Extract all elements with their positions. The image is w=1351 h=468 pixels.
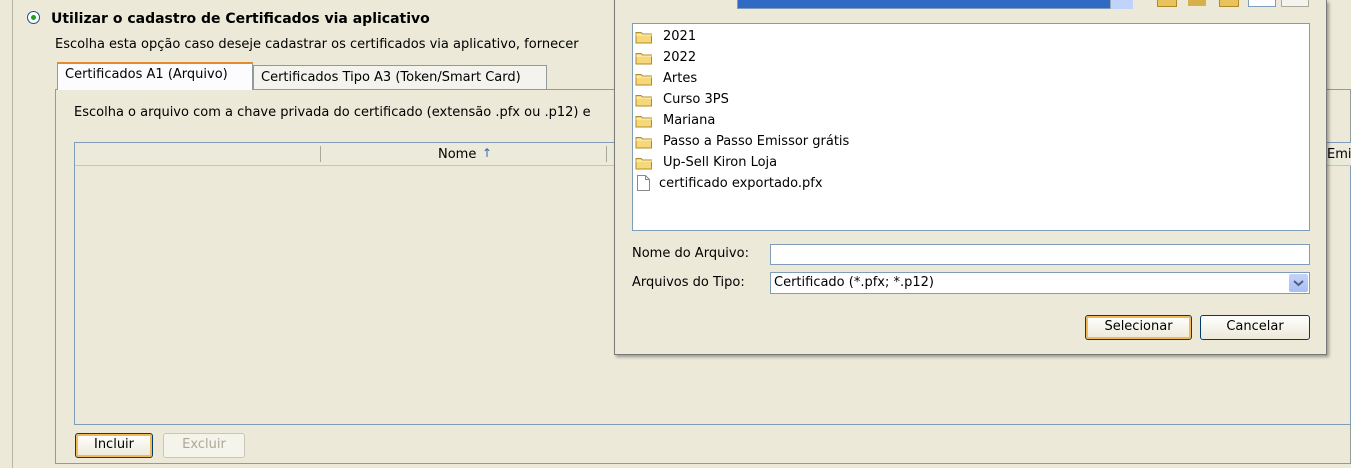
filetype-value: Certificado (*.pfx; *.p12) <box>774 275 935 290</box>
column-separator[interactable] <box>320 146 321 162</box>
look-in-dropdown-icon[interactable] <box>1110 0 1133 9</box>
details-view-icon[interactable] <box>1281 0 1309 7</box>
file-name: Artes <box>663 70 698 86</box>
up-folder-icon[interactable] <box>1157 0 1177 7</box>
folder-icon <box>635 135 653 148</box>
tab-label: Certificados Tipo A3 (Token/Smart Card) <box>261 70 521 85</box>
folder-item[interactable]: Artes <box>635 68 697 88</box>
option-title: Utilizar o cadastro de Certificados via … <box>51 11 430 27</box>
folder-item[interactable]: 2021 <box>635 26 696 46</box>
tab-certificados-a3[interactable]: Certificados Tipo A3 (Token/Smart Card) <box>253 65 547 89</box>
filetype-select[interactable]: Certificado (*.pfx; *.p12) <box>770 272 1310 294</box>
home-icon[interactable] <box>1188 0 1206 6</box>
include-button[interactable]: Incluir <box>75 433 153 458</box>
folder-item[interactable]: 2022 <box>635 47 696 67</box>
file-name: Passo a Passo Emissor grátis <box>663 133 850 149</box>
folder-item[interactable]: Passo a Passo Emissor grátis <box>635 131 849 151</box>
select-button[interactable]: Selecionar <box>1085 315 1192 340</box>
exclude-button[interactable]: Excluir <box>163 433 245 458</box>
folder-item[interactable]: Up-Sell Kiron Loja <box>635 152 777 172</box>
sort-ascending-icon: ↑ <box>482 146 493 160</box>
file-icon <box>637 175 650 191</box>
folder-item[interactable]: Mariana <box>635 110 715 130</box>
folder-item[interactable]: Curso 3PS <box>635 89 729 109</box>
new-folder-icon[interactable] <box>1219 0 1239 7</box>
folder-icon <box>635 93 653 106</box>
chevron-down-icon[interactable] <box>1289 274 1308 292</box>
tab-label: Certificados A1 (Arquivo) <box>65 67 228 82</box>
instruction-text: Escolha o arquivo com a chave privada do… <box>74 105 591 120</box>
list-view-icon[interactable] <box>1248 0 1276 7</box>
filename-label: Nome do Arquivo: <box>632 246 749 261</box>
column-header-emissor[interactable]: Emi <box>1327 147 1351 162</box>
app-certificate-radio[interactable] <box>27 11 40 24</box>
folder-icon <box>635 114 653 127</box>
file-name: 2021 <box>663 28 697 44</box>
file-name: Up-Sell Kiron Loja <box>663 154 778 170</box>
window-border <box>12 0 13 468</box>
filetype-label: Arquivos do Tipo: <box>632 275 745 290</box>
file-name: Mariana <box>663 112 716 128</box>
option-description: Escolha esta opção caso deseje cadastrar… <box>55 37 579 52</box>
folder-icon <box>635 72 653 85</box>
file-name: certificado exportado.pfx <box>659 175 823 191</box>
column-separator[interactable] <box>606 146 607 162</box>
filename-input[interactable] <box>770 244 1310 265</box>
folder-icon <box>635 51 653 64</box>
folder-icon <box>635 156 653 169</box>
file-name: Curso 3PS <box>663 91 729 107</box>
file-name: 2022 <box>663 49 697 65</box>
column-header-nome[interactable]: Nome <box>438 147 476 162</box>
file-item[interactable]: certificado exportado.pfx <box>635 173 823 193</box>
file-list[interactable]: 2021 2022 Artes Curso 3PS Mariana Passo a Pas… <box>632 23 1310 231</box>
look-in-combo[interactable] <box>737 0 1133 9</box>
tab-certificados-a1[interactable]: Certificados A1 (Arquivo) <box>57 62 253 90</box>
cancel-button[interactable]: Cancelar <box>1200 315 1310 340</box>
folder-icon <box>635 30 653 43</box>
